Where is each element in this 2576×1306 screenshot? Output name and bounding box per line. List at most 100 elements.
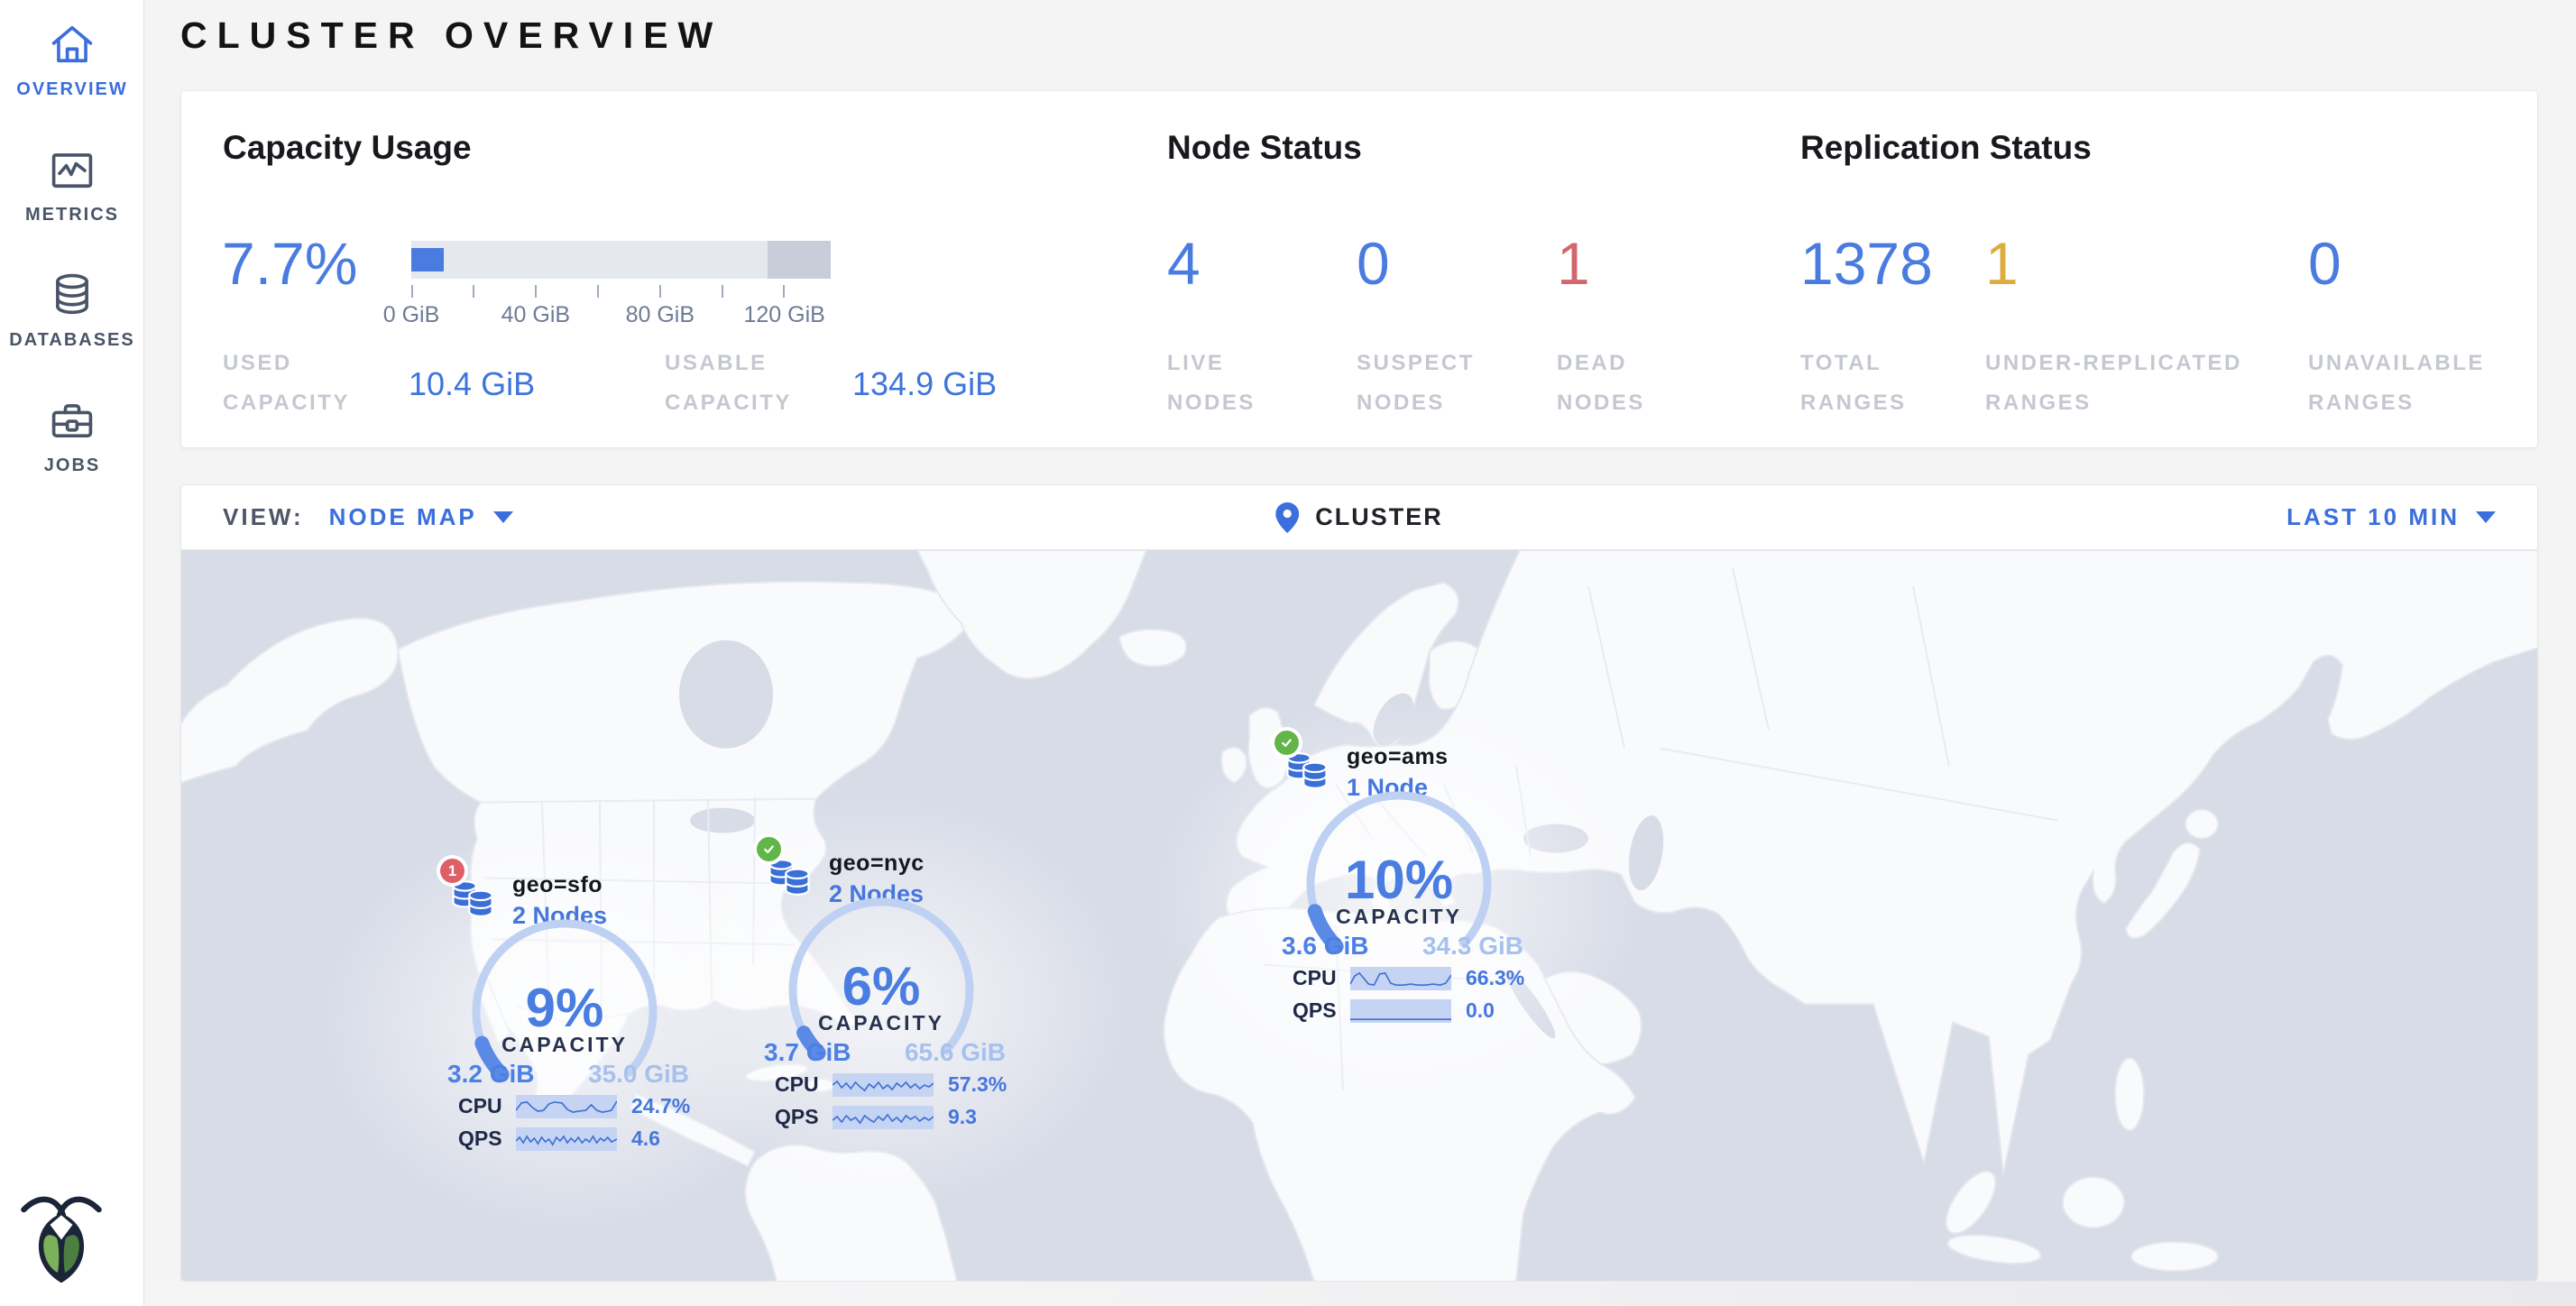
used-capacity-label: USED CAPACITY xyxy=(223,344,376,424)
qps-label: QPS xyxy=(775,1105,827,1129)
capacity-used-percent: 7.7% xyxy=(222,234,357,293)
qps-value: 0.0 xyxy=(1466,998,1495,1023)
dead-node-count: 1 xyxy=(448,862,456,880)
usable-capacity-value: 134.9 GiB xyxy=(852,365,997,403)
check-icon xyxy=(1279,735,1294,750)
cockroachdb-logo xyxy=(16,1183,106,1279)
capacity-label: CAPACITY xyxy=(465,1033,664,1057)
total-ranges-label: TOTAL RANGES xyxy=(1800,344,1954,424)
capacity-total: 35.0 GiB xyxy=(588,1060,689,1089)
capacity-percent: 9% xyxy=(465,977,664,1039)
capacity-total: 65.6 GiB xyxy=(905,1038,1006,1067)
tick-label: 0 GiB xyxy=(383,302,440,328)
qps-value: 4.6 xyxy=(631,1127,660,1151)
capacity-percent: 10% xyxy=(1300,849,1498,911)
live-nodes-value: 4 xyxy=(1167,234,1201,293)
under-replicated-ranges-label: UNDER-REPLICATED RANGES xyxy=(1985,344,2292,424)
suspect-nodes-label: SUSPECT NODES xyxy=(1357,344,1519,424)
cpu-sparkline xyxy=(1350,967,1451,990)
map-toolbar: VIEW: NODE MAP CLUSTER LAST 10 MIN xyxy=(181,485,2537,550)
tick-label: 80 GiB xyxy=(626,302,695,328)
sidebar-label-metrics: METRICS xyxy=(0,205,144,225)
view-selector[interactable]: NODE MAP xyxy=(329,503,477,531)
cluster-summary-card: Capacity Usage 7.7% 0 GiB 40 GiB 80 GiB … xyxy=(180,90,2538,448)
capacity-total: 34.3 GiB xyxy=(1422,932,1523,961)
cpu-sparkline xyxy=(833,1073,934,1097)
nodes-stack-icon xyxy=(449,878,496,923)
capacity-label: CAPACITY xyxy=(1300,905,1498,929)
time-range-value[interactable]: LAST 10 MIN xyxy=(2286,503,2460,531)
capacity-bar-tick-labels: 0 GiB 40 GiB 80 GiB 120 GiB xyxy=(411,302,785,329)
cpu-label: CPU xyxy=(458,1094,511,1118)
dead-nodes-label: DEAD NODES xyxy=(1557,344,1710,424)
usable-capacity-label: USABLE CAPACITY xyxy=(665,344,818,424)
sidebar-item-databases[interactable]: DATABASES xyxy=(0,256,144,351)
healthy-badge xyxy=(1274,731,1299,755)
locality-name[interactable]: geo=sfo xyxy=(512,872,603,898)
sidebar-label-databases: DATABASES xyxy=(0,330,144,351)
locality-name[interactable]: geo=ams xyxy=(1347,744,1449,770)
capacity-usage-title: Capacity Usage xyxy=(223,129,472,167)
nodes-stack-icon xyxy=(1283,750,1330,795)
locality-name[interactable]: geo=nyc xyxy=(829,851,925,877)
time-range-selector[interactable]: LAST 10 MIN xyxy=(2286,503,2496,531)
total-ranges-value: 1378 xyxy=(1800,234,1933,293)
capacity-bar: 0 GiB 40 GiB 80 GiB 120 GiB xyxy=(411,241,831,329)
capacity-bar-used-fill xyxy=(411,248,444,271)
tick-label: 120 GiB xyxy=(743,302,824,328)
sidebar-item-jobs[interactable]: JOBS xyxy=(0,382,144,476)
check-icon xyxy=(761,842,777,857)
locality-sfo[interactable]: 1 geo=sfo 2 Nodes 9% CAPACITY 3.2 GiB xyxy=(438,854,709,1165)
suspect-nodes-value: 0 xyxy=(1357,234,1390,293)
sidebar-label-overview: OVERVIEW xyxy=(0,79,144,100)
capacity-used: 3.6 GiB xyxy=(1282,932,1368,961)
cpu-label: CPU xyxy=(1293,966,1345,990)
qps-sparkline xyxy=(1350,999,1451,1023)
dead-nodes-value: 1 xyxy=(1557,234,1590,293)
sidebar-item-metrics[interactable]: METRICS xyxy=(0,131,144,225)
replication-status-title: Replication Status xyxy=(1800,129,2092,167)
capacity-bar-ticks xyxy=(411,285,785,298)
capacity-used: 3.2 GiB xyxy=(447,1060,534,1089)
tick-label: 40 GiB xyxy=(501,302,570,328)
cpu-value: 24.7% xyxy=(631,1094,690,1118)
used-capacity-value: 10.4 GiB xyxy=(409,365,535,403)
qps-value: 9.3 xyxy=(948,1105,977,1129)
locality-ams[interactable]: geo=ams 1 Node 10% CAPACITY 3.6 GiB 34.3… xyxy=(1273,726,1543,1037)
unavailable-ranges-value: 0 xyxy=(2308,234,2341,293)
world-map[interactable]: 1 geo=sfo 2 Nodes 9% CAPACITY 3.2 GiB xyxy=(181,550,2538,1282)
breadcrumb-cluster[interactable]: CLUSTER xyxy=(1315,503,1443,531)
page-bottom-strip xyxy=(0,1282,2576,1306)
dead-node-badge: 1 xyxy=(440,859,465,883)
capacity-bar-track xyxy=(411,241,831,279)
unavailable-ranges-label: UNAVAILABLE RANGES xyxy=(2308,344,2525,424)
sidebar-item-overview[interactable]: OVERVIEW xyxy=(0,5,144,100)
node-map-card: VIEW: NODE MAP CLUSTER LAST 10 MIN xyxy=(180,484,2538,1282)
metrics-icon xyxy=(46,143,98,196)
healthy-badge xyxy=(757,837,781,861)
map-pin-icon xyxy=(1275,502,1299,533)
page-title: CLUSTER OVERVIEW xyxy=(180,14,722,57)
qps-label: QPS xyxy=(1293,998,1345,1023)
capacity-percent: 6% xyxy=(782,955,980,1017)
sidebar: OVERVIEW METRICS DATABASES JOBS xyxy=(0,0,144,1306)
capacity-bar-other-segment xyxy=(768,241,831,279)
under-replicated-ranges-value: 1 xyxy=(1985,234,2019,293)
live-nodes-label: LIVE NODES xyxy=(1167,344,1320,424)
locality-nyc[interactable]: geo=nyc 2 Nodes 6% CAPACITY 3.7 GiB 65.6… xyxy=(755,832,1026,1144)
cpu-sparkline xyxy=(516,1095,617,1118)
qps-sparkline xyxy=(833,1106,934,1129)
database-icon xyxy=(46,269,98,321)
briefcase-icon xyxy=(46,394,98,446)
capacity-used: 3.7 GiB xyxy=(764,1038,851,1067)
qps-sparkline xyxy=(516,1127,617,1151)
cpu-value: 57.3% xyxy=(948,1072,1007,1097)
qps-label: QPS xyxy=(458,1127,511,1151)
chevron-down-icon[interactable] xyxy=(493,511,513,523)
chevron-down-icon[interactable] xyxy=(2476,511,2496,523)
nodes-stack-icon xyxy=(766,856,813,901)
node-status-title: Node Status xyxy=(1167,129,1362,167)
cpu-label: CPU xyxy=(775,1072,827,1097)
cpu-value: 66.3% xyxy=(1466,966,1524,990)
map-breadcrumb: CLUSTER xyxy=(1275,502,1443,533)
